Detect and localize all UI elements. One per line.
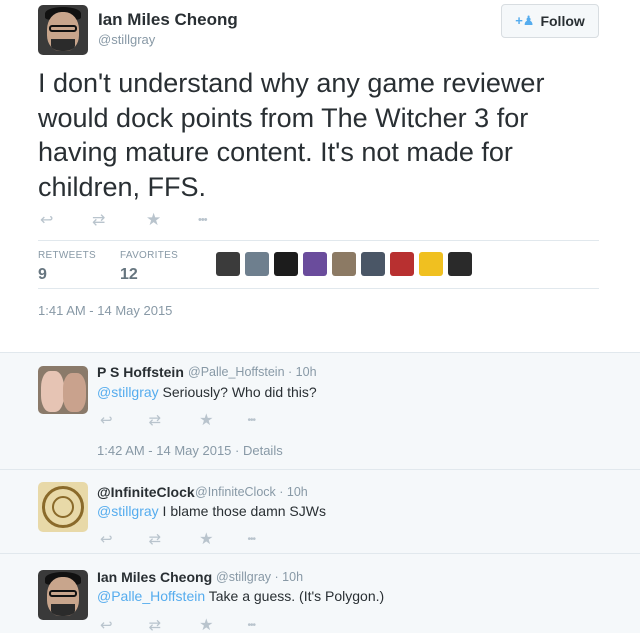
retweet-icon[interactable]: ⇄: [149, 411, 162, 429]
favoriter-avatar[interactable]: [361, 252, 385, 276]
reply-details[interactable]: 1:42 AM - 14 May 2015 · Details: [97, 443, 283, 458]
favoriter-avatar[interactable]: [448, 252, 472, 276]
mention-link[interactable]: @stillgray: [97, 384, 159, 400]
author-handle[interactable]: @stillgray: [98, 32, 155, 47]
favorites-count: 12: [120, 266, 138, 283]
retweet-icon[interactable]: ⇄: [92, 210, 110, 230]
favoriter-avatar[interactable]: [303, 252, 327, 276]
retweets-label: RETWEETS: [38, 250, 96, 261]
reply-actions: ↩ ⇄ ★ •••: [100, 410, 256, 430]
reply-time: · 10h: [274, 570, 304, 584]
favorites-stat[interactable]: FAVORITES 12: [120, 250, 178, 284]
tweet-actions: ↩ ⇄ ★ •••: [40, 210, 208, 230]
favorite-icon[interactable]: ★: [146, 210, 164, 230]
reply-author-name[interactable]: @InfiniteClock: [97, 484, 195, 500]
reply-item[interactable]: @InfiniteClock @InfiniteClock · 10h @sti…: [0, 470, 640, 550]
main-tweet: Ian Miles Cheong @stillgray +♟ Follow I …: [0, 0, 640, 352]
favoriter-avatar[interactable]: [390, 252, 414, 276]
favoriter-avatar[interactable]: [332, 252, 356, 276]
mention-link[interactable]: @Palle_Hoffstein: [97, 588, 205, 604]
retweet-icon[interactable]: ⇄: [149, 616, 162, 633]
reply-icon[interactable]: ↩: [100, 411, 113, 429]
favoriter-avatar[interactable]: [274, 252, 298, 276]
reply-body: Take a guess. (It's Polygon.): [205, 588, 385, 604]
reply-avatar[interactable]: [38, 570, 88, 620]
tweet-text: I don't understand why any game reviewer…: [38, 68, 545, 202]
reply-author-handle[interactable]: @stillgray · 10h: [216, 570, 303, 584]
reply-time: · 10h: [279, 485, 308, 499]
tweet-timestamp[interactable]: 1:41 AM - 14 May 2015: [38, 303, 172, 318]
favorites-label: FAVORITES: [120, 250, 179, 261]
author-avatar[interactable]: [38, 5, 88, 55]
follow-icon: +♟: [515, 13, 535, 28]
divider: [38, 240, 599, 241]
favorite-icon[interactable]: ★: [199, 529, 213, 549]
reply-body: I blame those damn SJWs: [158, 503, 326, 519]
reply-text: @Palle_Hoffstein Take a guess. (It's Pol…: [97, 588, 384, 604]
favoriter-avatars: [216, 252, 472, 276]
more-icon[interactable]: •••: [248, 534, 256, 545]
more-icon[interactable]: •••: [248, 415, 256, 426]
reply-icon[interactable]: ↩: [40, 210, 58, 230]
reply-time: · 10h: [288, 365, 317, 379]
reply-avatar[interactable]: [38, 482, 88, 532]
reply-icon[interactable]: ↩: [100, 616, 113, 633]
retweets-stat[interactable]: RETWEETS 9: [38, 250, 96, 284]
favoriter-avatar[interactable]: [245, 252, 269, 276]
reply-handle: @Palle_Hoffstein: [188, 365, 285, 379]
reply-author-handle[interactable]: @InfiniteClock · 10h: [195, 485, 308, 499]
reply-handle: @InfiniteClock: [195, 485, 276, 499]
reply-actions: ↩ ⇄ ★ •••: [100, 615, 256, 633]
divider: [38, 288, 599, 289]
reply-item[interactable]: P S Hoffstein @Palle_Hoffstein · 10h @st…: [0, 352, 640, 469]
retweet-icon[interactable]: ⇄: [149, 530, 162, 548]
follow-label: Follow: [540, 13, 585, 29]
reply-handle: @stillgray: [216, 570, 272, 584]
more-icon[interactable]: •••: [248, 620, 256, 631]
author-name[interactable]: Ian Miles Cheong: [98, 10, 238, 30]
retweets-count: 9: [38, 266, 47, 283]
favoriter-avatar[interactable]: [216, 252, 240, 276]
reply-author-name[interactable]: Ian Miles Cheong: [97, 569, 212, 585]
reply-text: @stillgray I blame those damn SJWs: [97, 503, 326, 519]
reply-item[interactable]: Ian Miles Cheong @stillgray · 10h @Palle…: [0, 554, 640, 633]
reply-author-name[interactable]: P S Hoffstein: [97, 364, 184, 380]
reply-body: Seriously? Who did this?: [158, 384, 317, 400]
replies-section: P S Hoffstein @Palle_Hoffstein · 10h @st…: [0, 352, 640, 633]
favorite-icon[interactable]: ★: [199, 410, 213, 430]
reply-avatar[interactable]: [38, 366, 88, 414]
follow-button[interactable]: +♟ Follow: [501, 4, 599, 38]
reply-text: @stillgray Seriously? Who did this?: [97, 384, 317, 400]
reply-author-handle[interactable]: @Palle_Hoffstein · 10h: [188, 365, 317, 379]
reply-actions: ↩ ⇄ ★ •••: [100, 529, 256, 549]
favoriter-avatar[interactable]: [419, 252, 443, 276]
more-icon[interactable]: •••: [198, 214, 208, 226]
favorite-icon[interactable]: ★: [199, 615, 213, 633]
mention-link[interactable]: @stillgray: [97, 503, 159, 519]
reply-icon[interactable]: ↩: [100, 530, 113, 548]
